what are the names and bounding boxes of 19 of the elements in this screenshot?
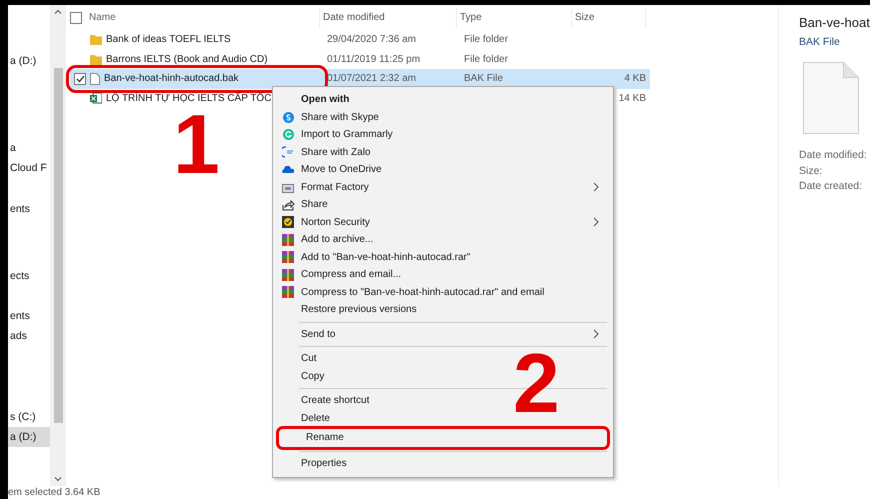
file-name: Barrons IELTS (Book and Audio CD) bbox=[106, 52, 268, 67]
file-name: LỘ TRÌNH TỰ HỌC IELTS CẤP TỐC bbox=[106, 91, 272, 106]
file-title: Ban-ve-hoat bbox=[799, 14, 870, 32]
type-cell: File folder bbox=[464, 34, 508, 46]
file-name: Bank of ideas TOEFL IELTS bbox=[106, 33, 231, 48]
step-number: 1 bbox=[173, 109, 220, 180]
size-cell: 4 KB bbox=[624, 73, 646, 84]
detail-label: Size: bbox=[799, 164, 824, 179]
type-cell: BAK File bbox=[464, 73, 503, 84]
file-type: BAK File bbox=[799, 34, 841, 50]
date-cell: 01/11/2019 11:25 pm bbox=[327, 54, 420, 65]
type-cell: File folder bbox=[464, 54, 508, 65]
detail-label: Date modified: bbox=[799, 148, 868, 164]
status-text: em selected 3.64 KB bbox=[8, 487, 100, 498]
step-number: 2 bbox=[513, 348, 560, 420]
size-cell: 14 KB bbox=[618, 92, 646, 104]
detail-label: Date created: bbox=[799, 179, 864, 194]
file-name: Ban-ve-hoat-hinh-autocad.bak bbox=[104, 72, 239, 86]
date-cell: 29/04/2020 7:36 am bbox=[327, 34, 416, 46]
